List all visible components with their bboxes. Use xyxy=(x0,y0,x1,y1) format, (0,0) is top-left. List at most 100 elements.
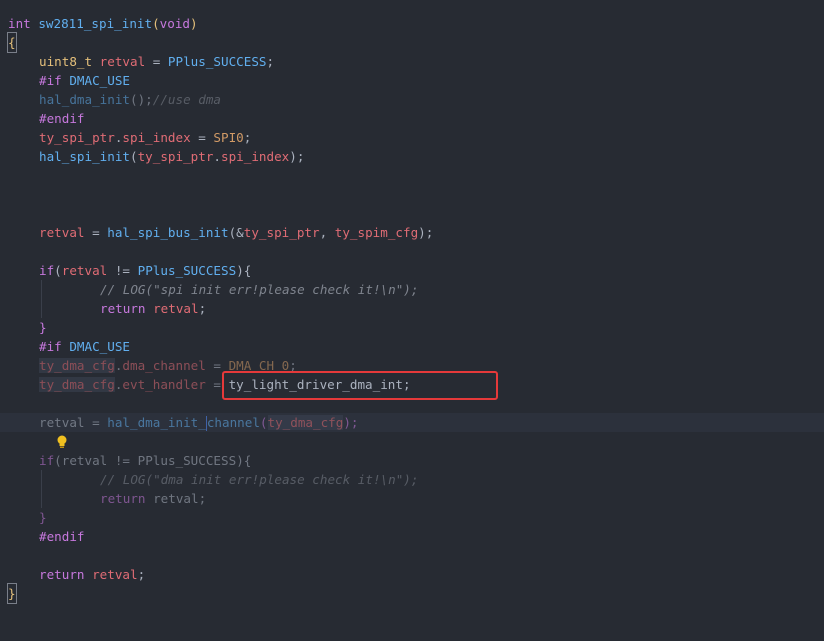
function-call: hal_dma_init xyxy=(39,92,130,107)
variable: retval xyxy=(61,263,108,278)
field: dma_channel xyxy=(122,358,206,373)
argument: ty_spim_cfg xyxy=(334,225,419,240)
comment: // LOG("dma init err!please check it!\n"… xyxy=(100,472,419,487)
variable: retval xyxy=(153,301,199,316)
code-line[interactable]: #endif xyxy=(0,109,824,128)
function-call: hal_spi_bus_init xyxy=(107,225,229,240)
type: uint8_t xyxy=(39,54,93,69)
indent-guide xyxy=(41,299,42,318)
paren: ){ xyxy=(236,453,252,468)
argument: ty_dma_cfg xyxy=(267,415,344,430)
operator: = xyxy=(145,54,168,69)
code-line[interactable]: #if DMAC_USE xyxy=(0,71,824,90)
highlight-box xyxy=(222,371,498,400)
operator: = xyxy=(84,415,108,430)
code-line[interactable]: #if DMAC_USE xyxy=(0,337,824,356)
code-line[interactable]: { xyxy=(0,32,824,53)
code-line[interactable]: } xyxy=(0,508,824,527)
macro: PPlus_SUCCESS xyxy=(167,54,267,69)
param-type: void xyxy=(159,16,191,31)
macro: PPlus_SUCCESS xyxy=(137,453,237,468)
code-line[interactable]: if(retval != PPlus_SUCCESS){ xyxy=(0,261,824,280)
semicolon: ; xyxy=(137,567,146,582)
keyword: int xyxy=(8,16,31,31)
preprocessor: #endif xyxy=(39,111,85,126)
paren: ( xyxy=(259,415,268,430)
macro: PPlus_SUCCESS xyxy=(137,263,237,278)
code-editor[interactable]: int sw2811_spi_init(void) { uint8_t retv… xyxy=(0,0,824,632)
code-line[interactable]: } xyxy=(0,583,824,604)
paren: ) xyxy=(190,16,198,31)
code-line-active[interactable]: retval = hal_dma_init_channel(ty_dma_cfg… xyxy=(0,413,824,448)
operator: != xyxy=(107,263,138,278)
variable: ty_spi_ptr xyxy=(137,149,214,164)
variable: retval xyxy=(92,567,138,582)
field: spi_index xyxy=(122,130,191,145)
code-line[interactable]: // LOG("spi init err!please check it!\n"… xyxy=(0,280,824,299)
function-name: sw2811_spi_init xyxy=(38,16,153,31)
code-line[interactable]: uint8_t retval = PPlus_SUCCESS; xyxy=(0,52,824,71)
code-line[interactable]: return retval; xyxy=(0,489,824,508)
close-brace: } xyxy=(7,583,17,604)
operator: = xyxy=(84,225,108,240)
keyword: return xyxy=(100,301,146,316)
code-line[interactable]: return retval; xyxy=(0,299,824,318)
function-call: hal_spi_init xyxy=(39,149,130,164)
code-line[interactable]: retval = hal_spi_bus_init(&ty_spi_ptr, t… xyxy=(0,223,824,242)
paren: ); xyxy=(289,149,305,164)
operator: != xyxy=(107,453,138,468)
argument: ty_spi_ptr xyxy=(243,225,320,240)
preprocessor: #endif xyxy=(39,529,85,544)
code-line[interactable]: } xyxy=(0,318,824,337)
code-line[interactable]: hal_spi_init(ty_spi_ptr.spi_index); xyxy=(0,147,824,166)
paren: ( xyxy=(130,149,138,164)
code-line[interactable]: ty_spi_ptr.spi_index = SPI0; xyxy=(0,128,824,147)
variable: ty_dma_cfg xyxy=(39,377,115,392)
code-line[interactable]: if(retval != PPlus_SUCCESS){ xyxy=(0,451,824,470)
semicolon: ; xyxy=(243,130,252,145)
field: spi_index xyxy=(221,149,290,164)
code-line[interactable]: int sw2811_spi_init(void) xyxy=(0,14,824,33)
variable: retval xyxy=(153,491,199,506)
paren: ( xyxy=(54,263,62,278)
indent-guide xyxy=(41,470,42,489)
code-line[interactable]: // LOG("dma init err!please check it!\n"… xyxy=(0,470,824,489)
semicolon: ; xyxy=(198,491,207,506)
function-call: channel xyxy=(206,415,260,430)
variable: retval xyxy=(39,225,85,240)
code-line[interactable]: return retval; xyxy=(0,565,824,584)
variable: ty_dma_cfg xyxy=(39,358,115,373)
keyword: if xyxy=(39,263,55,278)
macro: DMAC_USE xyxy=(69,339,131,354)
close-brace: } xyxy=(39,510,47,525)
keyword: if xyxy=(39,453,55,468)
dot: . xyxy=(213,149,222,164)
paren: ( xyxy=(152,16,160,31)
paren: ); xyxy=(418,225,434,240)
variable: retval xyxy=(61,453,108,468)
field: evt_handler xyxy=(122,377,206,392)
operator: = xyxy=(190,130,214,145)
keyword: return xyxy=(100,491,146,506)
paren: ( xyxy=(54,453,62,468)
macro: DMAC_USE xyxy=(69,73,131,88)
preprocessor: #if xyxy=(39,339,62,354)
code-line[interactable]: hal_dma_init();//use dma xyxy=(0,90,824,109)
comma: , xyxy=(319,225,335,240)
args: (); xyxy=(130,92,153,107)
variable: retval xyxy=(99,54,146,69)
close-brace: } xyxy=(39,320,47,335)
semicolon: ; xyxy=(198,301,207,316)
code-line[interactable]: #endif xyxy=(0,527,824,546)
paren: (& xyxy=(228,225,244,240)
function-call: hal_dma_init_ xyxy=(107,415,206,430)
keyword: return xyxy=(39,567,85,582)
lightbulb-icon[interactable] xyxy=(10,416,66,448)
indent-guide xyxy=(41,280,42,299)
comment: // LOG("spi init err!please check it!\n"… xyxy=(100,282,419,297)
semicolon: ; xyxy=(266,54,275,69)
open-brace: { xyxy=(7,32,17,53)
variable: retval xyxy=(39,415,85,430)
paren: ){ xyxy=(236,263,252,278)
variable: ty_spi_ptr xyxy=(39,130,115,145)
